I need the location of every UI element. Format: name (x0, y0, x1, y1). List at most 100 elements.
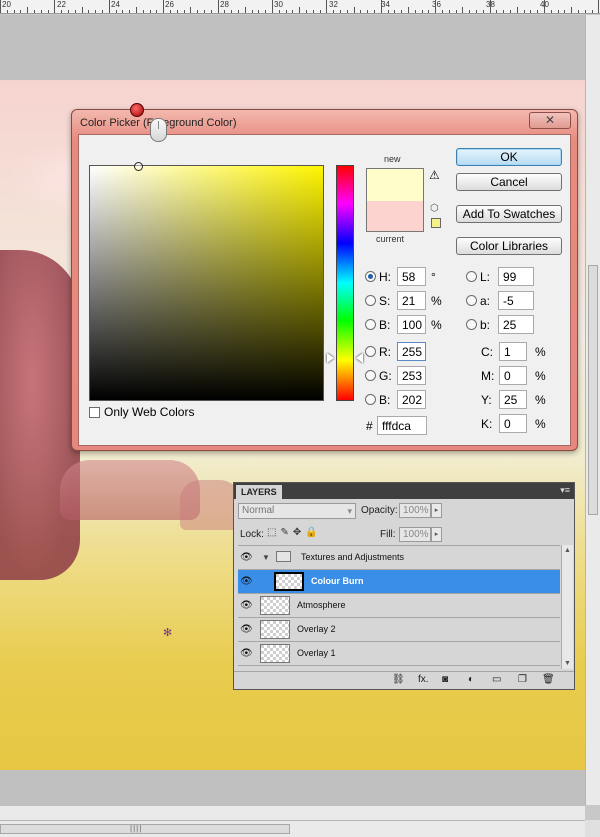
lock-all-icon[interactable]: 🔒 (305, 527, 321, 538)
b-channel-label: b: (480, 318, 491, 332)
hue-radio[interactable] (365, 271, 376, 282)
layer-row[interactable]: 👁 Colour Burn (238, 570, 560, 594)
close-button[interactable]: ✕ (529, 112, 571, 129)
ruler-tick (95, 10, 97, 13)
ok-button[interactable]: OK (456, 148, 562, 166)
blue-radio[interactable] (365, 394, 376, 405)
color-field[interactable] (89, 165, 324, 401)
warning-icon[interactable]: ⚠ (429, 168, 440, 182)
yellow-row: Y: 25 % (481, 390, 561, 410)
eye-icon[interactable]: 👁 (240, 624, 253, 635)
expand-arrow-icon[interactable]: ▼ (262, 553, 270, 562)
robot-leg (60, 460, 200, 520)
lightness-radio[interactable] (466, 271, 477, 282)
eye-icon[interactable]: 👁 (240, 552, 253, 563)
ruler-tick (183, 10, 185, 13)
add-to-swatches-button[interactable]: Add To Swatches (456, 205, 562, 223)
saturation-input[interactable]: 21 (397, 291, 426, 310)
b-channel-radio[interactable] (466, 319, 477, 330)
robot-figure (0, 250, 80, 580)
gamut-color-swatch[interactable] (431, 218, 441, 228)
ruler-tick (251, 10, 253, 13)
green-input[interactable]: 253 (397, 366, 426, 385)
eye-icon[interactable]: 👁 (240, 648, 253, 659)
red-input[interactable]: 255 (397, 342, 426, 361)
current-color-label: current (376, 234, 405, 244)
scroll-up-icon[interactable]: ▲ (564, 547, 571, 554)
folder-icon[interactable]: ▭ (492, 674, 501, 685)
lock-icons[interactable]: ⬚✎✥🔒 (267, 527, 322, 538)
a-channel-input[interactable]: -5 (498, 291, 534, 310)
red-radio[interactable] (365, 346, 376, 357)
web-safe-cube-icon[interactable]: ⬡ (430, 203, 439, 214)
mask-icon[interactable]: ◙ (442, 674, 448, 685)
layer-list-scrollbar[interactable]: ▲ ▼ (561, 545, 573, 669)
hue-slider-arrow-right[interactable] (356, 353, 363, 363)
hue-slider-arrow-left[interactable] (327, 353, 334, 363)
green-radio[interactable] (365, 370, 376, 381)
lock-pixels-icon[interactable]: ✎ (280, 527, 292, 538)
lightness-input[interactable]: 99 (498, 267, 534, 286)
blue-input[interactable]: 202 (397, 390, 426, 409)
eye-icon[interactable]: 👁 (240, 600, 253, 611)
eye-icon[interactable]: 👁 (240, 576, 253, 587)
brightness-radio[interactable] (365, 319, 376, 330)
hex-input[interactable]: fffdca (377, 416, 427, 435)
ruler-tick (394, 10, 396, 13)
blend-mode-select[interactable]: Normal ▾ (238, 503, 356, 519)
fill-arrow-icon[interactable]: ▸ (431, 527, 442, 542)
opacity-input[interactable]: 100% (399, 503, 431, 518)
lock-transparency-icon[interactable]: ⬚ (267, 527, 280, 538)
magenta-input[interactable]: 0 (499, 366, 527, 385)
hue-slider[interactable] (336, 165, 354, 401)
only-web-colors-checkbox[interactable] (89, 407, 100, 418)
link-icon[interactable]: ⛓ (392, 674, 405, 685)
ruler-tick (142, 10, 144, 13)
ruler-tick (285, 10, 287, 13)
ruler-tick (190, 7, 192, 13)
saturation-radio[interactable] (365, 295, 376, 306)
new-layer-icon[interactable]: ❐ (518, 674, 527, 685)
layer-row[interactable]: 👁 ▼ Textures and Adjustments (238, 546, 560, 570)
hue-input[interactable]: 58 (397, 267, 426, 286)
ruler-tick (489, 0, 491, 13)
ruler-tick (401, 10, 403, 13)
ruler-label: 26 (165, 0, 174, 9)
a-channel-radio[interactable] (466, 295, 477, 306)
scroll-grip-icon: |||| (130, 824, 143, 833)
layer-thumbnail (260, 596, 290, 615)
yellow-input[interactable]: 25 (499, 390, 527, 409)
color-field-cursor[interactable] (134, 162, 143, 171)
adjustment-icon[interactable]: ◐ (468, 674, 474, 685)
scroll-down-icon[interactable]: ▼ (564, 660, 571, 667)
ruler-tick (353, 7, 355, 13)
lock-position-icon[interactable]: ✥ (293, 527, 305, 538)
fx-icon[interactable]: fx. (418, 674, 429, 685)
brightness-unit: % (431, 318, 442, 332)
trash-icon[interactable]: 🗑 (542, 674, 555, 685)
ruler-tick (13, 10, 15, 13)
vertical-scroll-thumb[interactable] (588, 265, 598, 515)
layer-row[interactable]: 👁 Atmosphere (238, 594, 560, 618)
color-libraries-button[interactable]: Color Libraries (456, 237, 562, 255)
ruler-tick (448, 10, 450, 13)
horizontal-scrollbar[interactable]: |||| (0, 820, 585, 837)
cyan-label: C: (481, 345, 493, 359)
b-channel-input[interactable]: 25 (498, 315, 534, 334)
panel-menu-icon[interactable]: ▾≡ (560, 485, 570, 496)
opacity-arrow-icon[interactable]: ▸ (431, 503, 442, 518)
brightness-input[interactable]: 100 (397, 315, 426, 334)
cyan-input[interactable]: 1 (499, 342, 527, 361)
layer-row[interactable]: 👁 Overlay 1 (238, 642, 560, 666)
layers-tab[interactable]: LAYERS (236, 485, 282, 499)
ruler-tick (34, 10, 35, 13)
layer-row[interactable]: 👁 Overlay 2 (238, 618, 560, 642)
fill-input[interactable]: 100% (399, 527, 431, 542)
vertical-scrollbar[interactable] (585, 15, 600, 805)
horizontal-scroll-thumb[interactable] (0, 824, 290, 834)
ruler-tick (81, 7, 83, 13)
black-input[interactable]: 0 (499, 414, 527, 433)
ruler-tick (210, 10, 212, 13)
cancel-button[interactable]: Cancel (456, 173, 562, 191)
current-color-swatch[interactable] (367, 201, 423, 231)
